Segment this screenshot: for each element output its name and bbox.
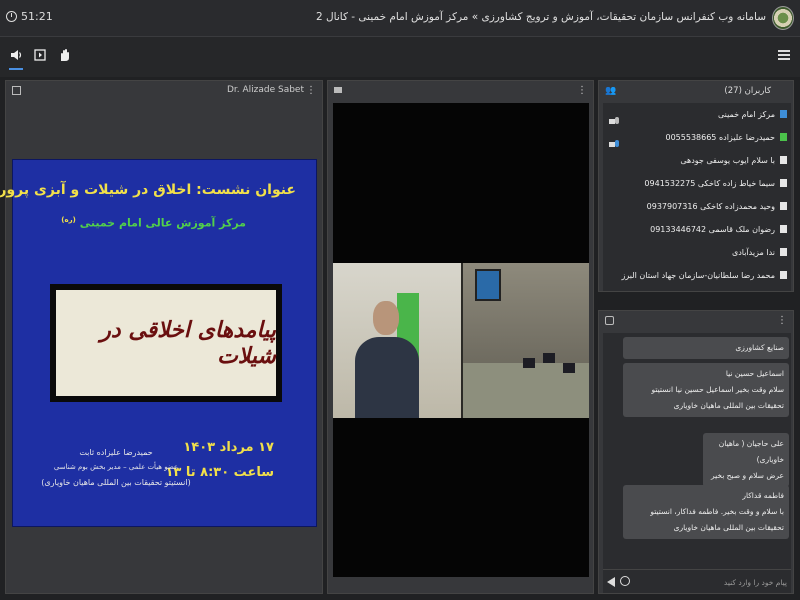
- video-room-right: [463, 263, 589, 418]
- user-name: محمد رضا سلطانیان-سازمان جهاد استان البر…: [621, 271, 775, 280]
- exit-presentation-icon[interactable]: [32, 48, 48, 64]
- user-name: سیما خیاط زاده کاخکی 0941532275: [644, 179, 775, 188]
- organization-logo: [772, 6, 794, 30]
- chat-message: اسماعیل حسین نیا سلام وقت بخیر اسماعیل ح…: [623, 363, 789, 417]
- user-row[interactable]: مرکز امام خمینی: [603, 103, 791, 126]
- slide-subtitle: مرکز آموزش عالی امام خمینی (ره): [61, 216, 246, 230]
- user-icon: [780, 133, 787, 141]
- users-panel: 👥 کاربران (27) مرکز امام خمینی حمیدرضا ع…: [598, 80, 794, 292]
- message-sender: صنایع کشاورزی: [735, 343, 784, 352]
- user-row[interactable]: حمیدرضا علیزاده 0055538665: [603, 126, 791, 149]
- emoji-icon[interactable]: [620, 576, 630, 586]
- user-name: حمیدرضا علیزاده 0055538665: [665, 133, 776, 142]
- message-text: عرض سلام و صبح بخیر: [710, 471, 784, 480]
- slide-title: عنوان نشست: اخلاق در شیلات و آبزی پروری: [0, 182, 296, 198]
- message-text: سلام وقت بخیر اسماعیل حسین نیا انستیتو ت…: [651, 385, 784, 410]
- presenter-name: Dr. Alizade Sabet: [226, 85, 304, 95]
- wall-monitor: [475, 269, 501, 301]
- users-icon: 👥: [605, 86, 617, 96]
- user-row[interactable]: رضوان ملک قاسمی 09133446742: [603, 218, 791, 241]
- active-indicator: [9, 68, 23, 70]
- chat-panel: ⋮ صنایع کشاورزی اسماعیل حسین نیا سلام وق…: [598, 310, 794, 594]
- chat-message: صنایع کشاورزی: [623, 337, 789, 359]
- user-row[interactable]: وحید محمدزاده کاخکی 0937907316: [603, 195, 791, 218]
- top-bar: 51:21 سامانه وب کنفرانس سازمان تحقیقات، …: [0, 0, 800, 37]
- slide-title-box: پیامدهای اخلاقی در شیلات: [50, 284, 282, 402]
- message-sender: اسماعیل حسین نیا: [725, 369, 784, 378]
- mic-icon[interactable]: [615, 117, 619, 124]
- slide-subtitle-sup: (ره): [61, 216, 76, 224]
- users-count: کاربران (27): [724, 86, 771, 96]
- presentation-options-button[interactable]: ⋮: [306, 85, 316, 96]
- chat-icon: [605, 316, 614, 325]
- desk-monitor: [523, 358, 535, 368]
- user-row[interactable]: ندا مزیدآبادی: [603, 241, 791, 264]
- message-text: با سلام و وقت بخیر. فاطمه فداکار، انستیت…: [650, 507, 784, 532]
- clock-icon: [6, 11, 17, 22]
- chat-header: ⋮: [599, 311, 793, 331]
- author-org: (انستیتو تحقیقات بین المللی ماهیان خاویا…: [41, 478, 191, 487]
- user-icon: [780, 248, 787, 256]
- message-sender: فاطمه قداکار: [742, 491, 784, 500]
- video-room-left: [333, 263, 461, 418]
- toolbar: [0, 37, 800, 77]
- author-name: حمیدرضا علیزاده ثابت: [79, 448, 153, 457]
- presentation-icon: [12, 86, 21, 95]
- timer-text: 51:21: [21, 10, 53, 23]
- hamburger-menu-icon[interactable]: [778, 50, 790, 60]
- slide-box-text: پیامدهای اخلاقی در شیلات: [56, 290, 276, 396]
- user-name: با سلام ایوب یوسفی جودهی: [680, 156, 775, 165]
- speaker-person: [355, 301, 419, 418]
- chat-message: علی حاجیان ( ماهیان خاویاری) عرض سلام و …: [703, 433, 789, 487]
- user-icon: [780, 179, 787, 187]
- author-role: عضو هیأت علمی – مدیر بخش بوم شناسی: [53, 463, 179, 471]
- user-icon: [780, 110, 787, 118]
- speaker-suit: [355, 337, 419, 418]
- video-feed: [333, 263, 589, 418]
- presentation-header: Dr. Alizade Sabet ⋮: [6, 81, 322, 101]
- users-list: مرکز امام خمینی حمیدرضا علیزاده 00555386…: [603, 103, 791, 291]
- user-name: وحید محمدزاده کاخکی 0937907316: [646, 202, 775, 211]
- slide-author: حمیدرضا علیزاده ثابت عضو هیأت علمی – مدی…: [31, 445, 201, 490]
- chat-message: فاطمه قداکار با سلام و وقت بخیر. فاطمه ف…: [623, 485, 789, 539]
- mic-icon[interactable]: [615, 140, 619, 147]
- chat-input-bar: [603, 569, 791, 593]
- message-sender: علی حاجیان ( ماهیان خاویاری): [718, 439, 784, 464]
- camera-icon: [334, 87, 342, 93]
- raise-hand-icon[interactable]: [56, 48, 72, 64]
- chat-input[interactable]: [633, 574, 787, 590]
- user-name: مرکز امام خمینی: [718, 110, 775, 119]
- user-icon: [780, 156, 787, 164]
- user-row[interactable]: سیما خیاط زاده کاخکی 0941532275: [603, 172, 791, 195]
- user-row[interactable]: با سلام ایوب یوسفی جودهی: [603, 149, 791, 172]
- users-header: 👥 کاربران (27): [599, 81, 793, 101]
- video-options-button[interactable]: ⋮: [577, 85, 587, 96]
- send-icon[interactable]: [607, 577, 615, 587]
- desk-monitor: [563, 363, 575, 373]
- chat-messages[interactable]: صنایع کشاورزی اسماعیل حسین نیا سلام وقت …: [603, 333, 791, 569]
- presentation-slide: عنوان نشست: اخلاق در شیلات و آبزی پروری …: [0, 159, 317, 527]
- window-title: سامانه وب کنفرانس سازمان تحقیقات، آموزش …: [315, 11, 766, 23]
- user-icon: [780, 225, 787, 233]
- user-row[interactable]: محمد رضا سلطانیان-سازمان جهاد استان البر…: [603, 264, 791, 287]
- video-panel: ⋮: [327, 80, 594, 594]
- user-name: رضوان ملک قاسمی 09133446742: [650, 225, 775, 234]
- speaker-head: [373, 301, 399, 335]
- slide-subtitle-text: مرکز آموزش عالی امام خمینی: [79, 216, 246, 230]
- presentation-panel: Dr. Alizade Sabet ⋮ عنوان نشست: اخلاق در…: [0, 80, 323, 594]
- session-timer: 51:21: [6, 10, 53, 23]
- video-header: ⋮: [328, 81, 593, 101]
- user-name: ندا مزیدآبادی: [731, 248, 775, 257]
- user-icon: [780, 202, 787, 210]
- user-icon: [780, 271, 787, 279]
- video-screen[interactable]: [333, 103, 589, 577]
- chat-options-button[interactable]: ⋮: [777, 315, 787, 326]
- desk-monitor: [543, 353, 555, 363]
- speaker-icon[interactable]: [8, 48, 24, 64]
